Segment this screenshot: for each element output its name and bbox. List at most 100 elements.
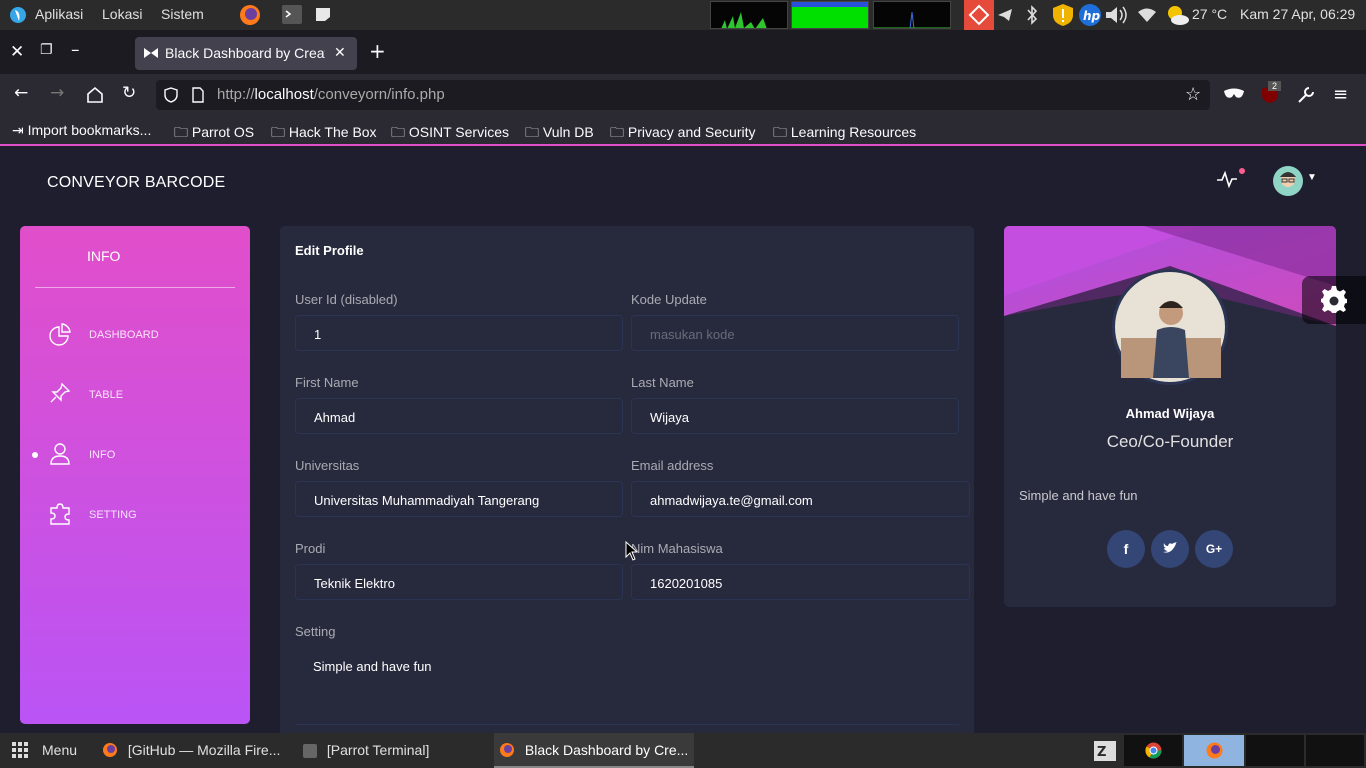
bookmark-hack-the-box[interactable]: 🗀 Hack The Box bbox=[271, 122, 377, 146]
hp-printer-icon[interactable]: hp bbox=[1078, 3, 1102, 27]
twitter-button[interactable] bbox=[1151, 530, 1189, 568]
card-title: Edit Profile bbox=[295, 243, 364, 258]
puzzle-icon bbox=[50, 503, 70, 525]
terminal-icon bbox=[303, 744, 317, 758]
menu-lokasi[interactable]: Lokasi bbox=[102, 6, 142, 22]
sidebar-item-setting[interactable]: SETTING bbox=[20, 495, 250, 535]
telegram-icon[interactable] bbox=[997, 7, 1013, 23]
twitter-icon bbox=[1163, 542, 1177, 553]
firefox-icon bbox=[500, 743, 514, 757]
url-text[interactable]: http://localhost/conveyorn/info.php bbox=[217, 86, 445, 103]
firefox-workspace[interactable] bbox=[1184, 735, 1244, 766]
last-name-label: Last Name bbox=[631, 375, 694, 390]
volume-icon[interactable] bbox=[1104, 5, 1132, 25]
wrench-icon[interactable] bbox=[1297, 86, 1315, 104]
facebook-button[interactable]: f bbox=[1107, 530, 1145, 568]
bluetooth-icon[interactable] bbox=[1025, 5, 1039, 25]
universitas-input[interactable]: Universitas Muhammadiyah Tangerang bbox=[295, 481, 623, 517]
clock-text[interactable]: Kam 27 Apr, 06:29 bbox=[1240, 6, 1355, 22]
notes-launcher-icon[interactable] bbox=[315, 7, 331, 22]
menu-aplikasi[interactable]: Aplikasi bbox=[35, 6, 83, 22]
settings-fixed-plugin[interactable] bbox=[1302, 276, 1366, 324]
bookmark-parrot-os[interactable]: 🗀 Parrot OS bbox=[174, 122, 254, 146]
terminal-launcher-icon[interactable] bbox=[282, 5, 302, 24]
activity-icon[interactable] bbox=[1216, 170, 1238, 188]
last-name-input[interactable]: Wijaya bbox=[631, 398, 959, 434]
avatar[interactable] bbox=[1272, 165, 1304, 197]
url-bar[interactable]: http://localhost/conveyorn/info.php ☆ bbox=[156, 80, 1210, 110]
sidebar-item-label: TABLE bbox=[89, 389, 124, 401]
close-window-icon[interactable]: ✕ bbox=[10, 42, 24, 62]
menu-sistem[interactable]: Sistem bbox=[161, 6, 204, 22]
memory-graph bbox=[791, 1, 869, 29]
email-field[interactable]: ahmadwijaya.te@gmail.com bbox=[631, 481, 970, 517]
taskbar-task-dashboard[interactable]: Black Dashboard by Cre... bbox=[494, 733, 694, 768]
first-name-label: First Name bbox=[295, 375, 359, 390]
folder-icon: 🗀 bbox=[271, 124, 285, 140]
user-id-label: User Id (disabled) bbox=[295, 292, 398, 307]
workspace-3[interactable] bbox=[1246, 735, 1304, 766]
home-icon[interactable] bbox=[86, 86, 104, 103]
profile-name: Ahmad Wijaya bbox=[1125, 406, 1215, 421]
import-icon: ⇥ bbox=[12, 122, 24, 138]
apps-grid-icon[interactable] bbox=[12, 742, 29, 759]
taskbar-task-terminal[interactable]: [Parrot Terminal] bbox=[303, 733, 429, 768]
nim-label: Nim Mahasiswa bbox=[631, 541, 723, 556]
prodi-input[interactable]: Teknik Elektro bbox=[295, 564, 623, 600]
tray-app-icon[interactable] bbox=[964, 0, 994, 30]
page-info-icon[interactable] bbox=[192, 87, 204, 103]
wifi-icon[interactable] bbox=[1137, 7, 1157, 23]
sidebar-item-info[interactable]: INFO bbox=[20, 435, 250, 475]
user-profile-card: Ahmad Wijaya Ceo/Co-Founder Simple and h… bbox=[1004, 226, 1336, 607]
nim-input[interactable]: 1620201085 bbox=[631, 564, 970, 600]
tab-title: Black Dashboard by Creat bbox=[165, 45, 325, 61]
sidebar-title[interactable]: INFO bbox=[87, 248, 120, 264]
textarea-border bbox=[295, 724, 959, 725]
sidebar: INFO DASHBOARD TABLE INFO SETTING bbox=[20, 226, 250, 724]
bookmark-privacy-security[interactable]: 🗀 Privacy and Security bbox=[610, 122, 756, 146]
bookmark-import[interactable]: ⇥ Import bookmarks... bbox=[12, 122, 151, 139]
pin-icon bbox=[50, 382, 71, 403]
os-taskbar: Menu [GitHub — Mozilla Fire... [Parrot T… bbox=[0, 733, 1366, 768]
workspace-4[interactable] bbox=[1306, 735, 1364, 766]
brand-title[interactable]: CONVEYOR BARCODE bbox=[47, 174, 225, 192]
edit-profile-card: Edit Profile User Id (disabled) 1 Kode U… bbox=[280, 226, 974, 733]
reload-icon[interactable]: ↻ bbox=[122, 83, 136, 103]
setting-textarea[interactable]: Simple and have fun bbox=[313, 659, 432, 674]
restore-window-icon[interactable]: ❐ bbox=[40, 42, 53, 58]
back-icon[interactable]: ← bbox=[14, 83, 28, 103]
private-mask-icon[interactable] bbox=[1224, 88, 1244, 100]
tracking-shield-icon[interactable] bbox=[164, 87, 178, 103]
taskbar-menu-button[interactable]: Menu bbox=[42, 733, 77, 768]
minimize-window-icon[interactable]: – bbox=[71, 40, 80, 60]
universitas-label: Universitas bbox=[295, 458, 360, 473]
shield-warning-icon[interactable] bbox=[1052, 3, 1074, 27]
sidebar-item-dashboard[interactable]: DASHBOARD bbox=[20, 315, 250, 355]
filezilla-icon[interactable]: Z bbox=[1094, 741, 1116, 761]
google-plus-button[interactable]: G+ bbox=[1195, 530, 1233, 568]
sidebar-item-table[interactable]: TABLE bbox=[20, 375, 250, 415]
chrome-workspace[interactable] bbox=[1124, 735, 1182, 766]
first-name-input[interactable]: Ahmad bbox=[295, 398, 623, 434]
bookmark-learning-resources[interactable]: 🗀 Learning Resources bbox=[773, 122, 916, 146]
kode-update-label: Kode Update bbox=[631, 292, 707, 307]
kode-update-input[interactable]: masukan kode bbox=[631, 315, 959, 351]
taskbar-task-github[interactable]: [GitHub — Mozilla Fire... bbox=[102, 733, 280, 768]
forward-icon[interactable]: → bbox=[50, 83, 64, 103]
firefox-launcher-icon[interactable] bbox=[239, 4, 261, 26]
tab-active[interactable]: Black Dashboard by Creat ✕ bbox=[135, 37, 357, 70]
os-top-panel: Aplikasi Lokasi Sistem hp 27 °C Kam 27 A… bbox=[0, 0, 1366, 30]
sidebar-divider bbox=[35, 287, 235, 288]
close-tab-icon[interactable]: ✕ bbox=[334, 44, 346, 61]
folder-icon: 🗀 bbox=[773, 124, 787, 140]
new-tab-icon[interactable]: + bbox=[369, 39, 386, 63]
caret-down-icon[interactable]: ▼ bbox=[1307, 172, 1317, 183]
folder-icon: 🗀 bbox=[174, 124, 188, 140]
profile-photo bbox=[1112, 269, 1228, 385]
hamburger-menu-icon[interactable]: ≡ bbox=[1333, 84, 1348, 105]
bookmark-star-icon[interactable]: ☆ bbox=[1185, 84, 1201, 105]
bookmark-osint-services[interactable]: 🗀 OSINT Services bbox=[391, 122, 509, 146]
user-id-field[interactable]: 1 bbox=[295, 315, 623, 351]
bookmark-vuln-db[interactable]: 🗀 Vuln DB bbox=[525, 122, 594, 146]
parrot-logo-icon[interactable] bbox=[9, 6, 27, 24]
